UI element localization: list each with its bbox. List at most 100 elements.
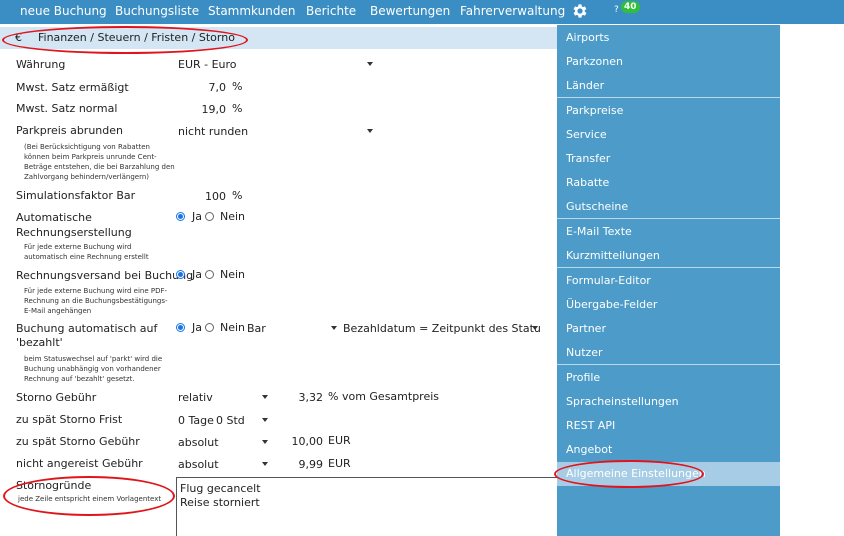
mwst-ermaessigt-unit: % (232, 80, 243, 93)
sidebar-item-partner[interactable]: Partner (557, 317, 780, 341)
bezahlt-hint: beim Statuswechsel auf 'parkt' wird die (24, 355, 163, 363)
parkpreis-hint: Zahlvorgang behindern/verlängern) (24, 173, 150, 181)
storno-gebuehr-type-select[interactable]: relativ (176, 389, 271, 406)
sidebar-item-parkpreise[interactable]: Parkpreise (557, 99, 780, 123)
auto-rechnung-nein-radio[interactable] (205, 212, 214, 221)
rechnungsversand-nein-label: Nein (220, 268, 246, 281)
zahlart-select[interactable]: Bar (245, 320, 340, 337)
stornogruende-hint: jede Zeile entspricht einem Vorlagentext (18, 495, 162, 503)
nicht-angereist-label: nicht angereist Gebühr (16, 457, 143, 470)
sidebar-item-transfer[interactable]: Transfer (557, 147, 780, 171)
parkpreis-hint: (Bei Berücksichtigung von Rabatten (24, 143, 150, 151)
sidebar-item-rest-api[interactable]: REST API (557, 414, 780, 438)
storno-frist-tage-select[interactable]: 0 Tage (176, 412, 214, 429)
sidebar-item-kurzmitteilungen[interactable]: Kurzmitteilungen (557, 244, 780, 268)
nav-stammkunden[interactable]: Stammkunden (208, 4, 295, 18)
bezahlt-ja-radio[interactable] (176, 323, 185, 332)
storno-gebuehr-input[interactable]: 3,32 (270, 391, 324, 404)
nicht-angereist-type-value: absolut (178, 458, 219, 471)
parkpreis-value: nicht runden (178, 125, 249, 138)
storno-spaet-label: zu spät Storno Gebühr (16, 435, 140, 448)
sidebar-item-airports[interactable]: Airports (557, 26, 780, 50)
rechnungsversand-hint: E-Mail angehängen (24, 307, 92, 315)
sidebar-item-allgemeine-einstellungen[interactable]: Allgemeine Einstellungen (557, 462, 780, 486)
nicht-angereist-unit: EUR (328, 457, 351, 470)
chevron-down-icon (262, 395, 268, 399)
nav-fahrerverwaltung[interactable]: Fahrerverwaltung (460, 4, 565, 18)
sidebar-item-service[interactable]: Service (557, 123, 780, 147)
rechnungsversand-hint: Für jede externe Buchung wird eine PDF- (24, 287, 168, 295)
gear-icon[interactable] (571, 2, 589, 20)
rechnungsversand-nein-radio[interactable] (205, 270, 214, 279)
mwst-normal-input[interactable]: 19,0 (176, 103, 227, 116)
storno-gebuehr-unit: % vom Gesamtpreis (328, 390, 440, 403)
rechnungsversand-ja-radio[interactable] (176, 270, 185, 279)
storno-spaet-unit: EUR (328, 434, 351, 447)
storno-frist-label: zu spät Storno Frist (16, 413, 123, 426)
waehrung-label: Währung (16, 58, 66, 71)
parkpreis-select[interactable]: nicht runden (176, 123, 376, 140)
sidebar-item-laender[interactable]: Länder (557, 74, 780, 98)
top-nav: neue Buchung Buchungsliste Stammkunden B… (0, 0, 844, 24)
euro-icon: € (15, 31, 22, 44)
storno-gebuehr-label: Storno Gebühr (16, 391, 97, 404)
chevron-down-icon (262, 440, 268, 444)
sidebar-divider (557, 267, 780, 268)
sidebar-item-parkzonen[interactable]: Parkzonen (557, 50, 780, 74)
auto-rechnung-ja-label: Ja (192, 210, 202, 223)
simulationsfaktor-unit: % (232, 189, 243, 202)
simulationsfaktor-input[interactable]: 100 (176, 190, 226, 203)
storno-spaet-input[interactable]: 10,00 (270, 435, 324, 448)
chevron-down-icon (532, 326, 538, 330)
storno-spaet-type-select[interactable]: absolut (176, 434, 271, 451)
mwst-normal-unit: % (232, 102, 243, 115)
notification-badge[interactable]: 40 (621, 1, 640, 13)
stornogruende-line: Flug gecancelt (180, 482, 261, 495)
auto-rechnung-hint: Für jede externe Buchung wird (24, 243, 132, 251)
nav-neue-buchung[interactable]: neue Buchung (20, 4, 107, 18)
bezahldatum-value: Bezahldatum = Zeitpunkt des Statusw (343, 322, 541, 335)
bezahldatum-select[interactable]: Bezahldatum = Zeitpunkt des Statusw (341, 320, 541, 337)
stornogruende-label: Stornogründe (16, 479, 92, 492)
storno-frist-std-value: 0 Std (216, 414, 245, 427)
stornogruende-textarea[interactable]: Flug gecancelt Reise storniert (176, 477, 581, 536)
storno-frist-std-select[interactable]: 0 Std (214, 412, 271, 429)
chevron-down-icon (367, 129, 373, 133)
mwst-ermaessigt-input[interactable]: 7,0 (176, 81, 227, 94)
section-title: Finanzen / Steuern / Fristen / Storno (38, 31, 235, 44)
help-icon[interactable]: ? (614, 5, 619, 15)
waehrung-select[interactable]: EUR - Euro (176, 56, 376, 73)
rechnungsversand-hint: Rechnung an die Buchungsbestätigungs- (24, 297, 168, 305)
zahlart-value: Bar (247, 322, 266, 335)
bezahlt-label: Buchung automatisch auf (16, 322, 158, 335)
nicht-angereist-type-select[interactable]: absolut (176, 456, 271, 473)
sidebar-item-angebot[interactable]: Angebot (557, 438, 780, 462)
sidebar-item-spracheinstellungen[interactable]: Spracheinstellungen (557, 390, 780, 414)
storno-gebuehr-type-value: relativ (178, 391, 213, 404)
sidebar-item-rabatte[interactable]: Rabatte (557, 171, 780, 195)
sidebar-item-nutzer[interactable]: Nutzer (557, 341, 780, 365)
bezahlt-nein-label: Nein (220, 321, 246, 334)
chevron-down-icon (367, 62, 373, 66)
stornogruende-line: Reise storniert (180, 496, 260, 509)
sidebar-item-uebergabe-felder[interactable]: Übergabe-Felder (557, 293, 780, 317)
auto-rechnung-ja-radio[interactable] (176, 212, 185, 221)
bezahlt-nein-radio[interactable] (205, 323, 214, 332)
sidebar-item-gutscheine[interactable]: Gutscheine (557, 195, 780, 219)
auto-rechnung-label: Automatische (16, 211, 92, 224)
mwst-ermaessigt-label: Mwst. Satz ermäßigt (16, 81, 129, 94)
parkpreis-label: Parkpreis abrunden (16, 124, 123, 137)
sidebar-item-profile[interactable]: Profile (557, 366, 780, 390)
nav-buchungsliste[interactable]: Buchungsliste (115, 4, 199, 18)
parkpreis-hint: können beim Parkpreis unrunde Cent- (24, 153, 157, 161)
sidebar-divider (557, 97, 780, 98)
nicht-angereist-input[interactable]: 9,99 (270, 458, 324, 471)
nav-bewertungen[interactable]: Bewertungen (370, 4, 450, 18)
storno-spaet-type-value: absolut (178, 436, 219, 449)
bezahlt-hint: Rechnung auf 'bezahlt' gesetzt. (24, 375, 135, 383)
chevron-down-icon (262, 462, 268, 466)
sidebar-item-formular-editor[interactable]: Formular-Editor (557, 269, 780, 293)
sidebar-item-email-texte[interactable]: E-Mail Texte (557, 220, 780, 244)
nav-berichte[interactable]: Berichte (306, 4, 356, 18)
auto-rechnung-label: Rechnungserstellung (16, 226, 132, 239)
